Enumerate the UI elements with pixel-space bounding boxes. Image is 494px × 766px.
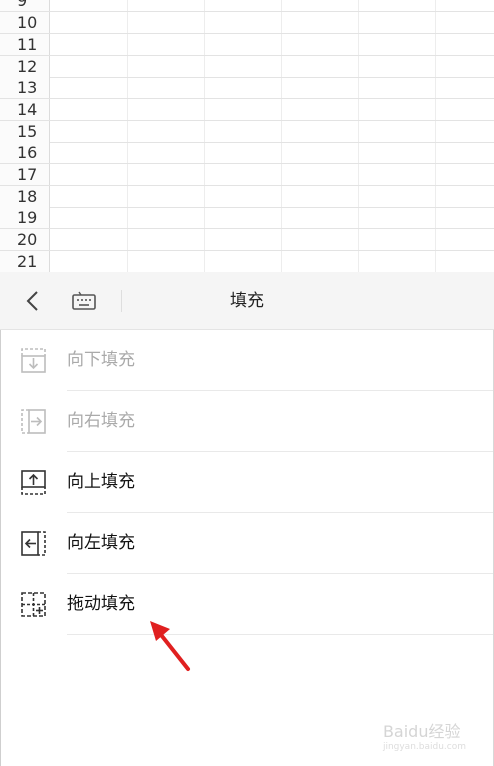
row-number[interactable]: 18 — [0, 186, 50, 207]
table-row[interactable]: 10 — [0, 12, 494, 34]
drag-fill-icon — [21, 592, 46, 617]
row-number[interactable]: 21 — [0, 251, 50, 272]
row-number[interactable]: 10 — [0, 12, 50, 33]
row-number[interactable]: 20 — [0, 229, 50, 250]
table-row[interactable]: 14 — [0, 99, 494, 121]
table-row[interactable]: 18 — [0, 186, 494, 208]
fill-right-icon — [21, 409, 46, 434]
menu-item-label: 拖动填充 — [67, 594, 135, 614]
menu-item-fill-down[interactable]: 向下填充 — [0, 330, 494, 391]
row-number[interactable]: 17 — [0, 164, 50, 185]
baidu-watermark: Baidu经验 jingyan.baidu.com — [383, 718, 466, 752]
red-arrow-annotation — [150, 621, 190, 671]
table-row[interactable]: 15 — [0, 121, 494, 143]
back-button[interactable] — [20, 287, 48, 315]
row-number[interactable]: 13 — [0, 77, 50, 98]
fill-down-icon — [21, 348, 46, 373]
menu-item-label: 向上填充 — [67, 472, 135, 492]
table-row[interactable]: 11 — [0, 34, 494, 56]
table-row[interactable]: 17 — [0, 164, 494, 186]
panel-toolbar: 填充 — [0, 272, 494, 330]
watermark-subtext: jingyan.baidu.com — [382, 742, 466, 752]
menu-item-label: 向左填充 — [67, 533, 135, 553]
table-row[interactable]: 13 — [0, 77, 494, 99]
fill-left-icon — [21, 531, 46, 556]
table-row[interactable]: 20 — [0, 229, 494, 251]
table-row[interactable]: 12 — [0, 56, 494, 78]
keyboard-icon — [72, 291, 96, 310]
table-row[interactable]: 21 — [0, 251, 494, 272]
table-row[interactable]: 9 — [0, 0, 494, 12]
fill-panel: 填充 向下填充 向右填充 向上填充 向左填充 拖动填充 — [0, 272, 494, 766]
row-number[interactable]: 11 — [0, 34, 50, 55]
fill-up-icon — [21, 470, 46, 495]
row-number[interactable]: 16 — [0, 142, 50, 163]
spreadsheet-grid[interactable]: 9 10 11 12 13 14 15 16 17 18 19 20 21 — [0, 0, 494, 272]
row-number[interactable]: 19 — [0, 207, 50, 228]
menu-item-label: 向右填充 — [67, 411, 135, 431]
row-number[interactable]: 14 — [0, 99, 50, 120]
menu-item-fill-up[interactable]: 向上填充 — [0, 452, 494, 513]
row-number[interactable]: 15 — [0, 121, 50, 142]
row-number[interactable]: 9 — [0, 0, 50, 11]
panel-left-border — [0, 330, 1, 766]
table-row[interactable]: 19 — [0, 207, 494, 229]
menu-item-fill-left[interactable]: 向左填充 — [0, 513, 494, 574]
menu-item-fill-right[interactable]: 向右填充 — [0, 391, 494, 452]
menu-item-drag-fill[interactable]: 拖动填充 — [0, 574, 494, 635]
table-row[interactable]: 16 — [0, 142, 494, 164]
row-number[interactable]: 12 — [0, 56, 50, 77]
watermark-text: Baidu经验 — [382, 722, 461, 741]
menu-divider — [67, 634, 494, 635]
keyboard-button[interactable] — [70, 287, 98, 315]
chevron-left-icon — [26, 291, 38, 311]
menu-item-label: 向下填充 — [67, 350, 135, 370]
toolbar-divider — [121, 290, 122, 312]
